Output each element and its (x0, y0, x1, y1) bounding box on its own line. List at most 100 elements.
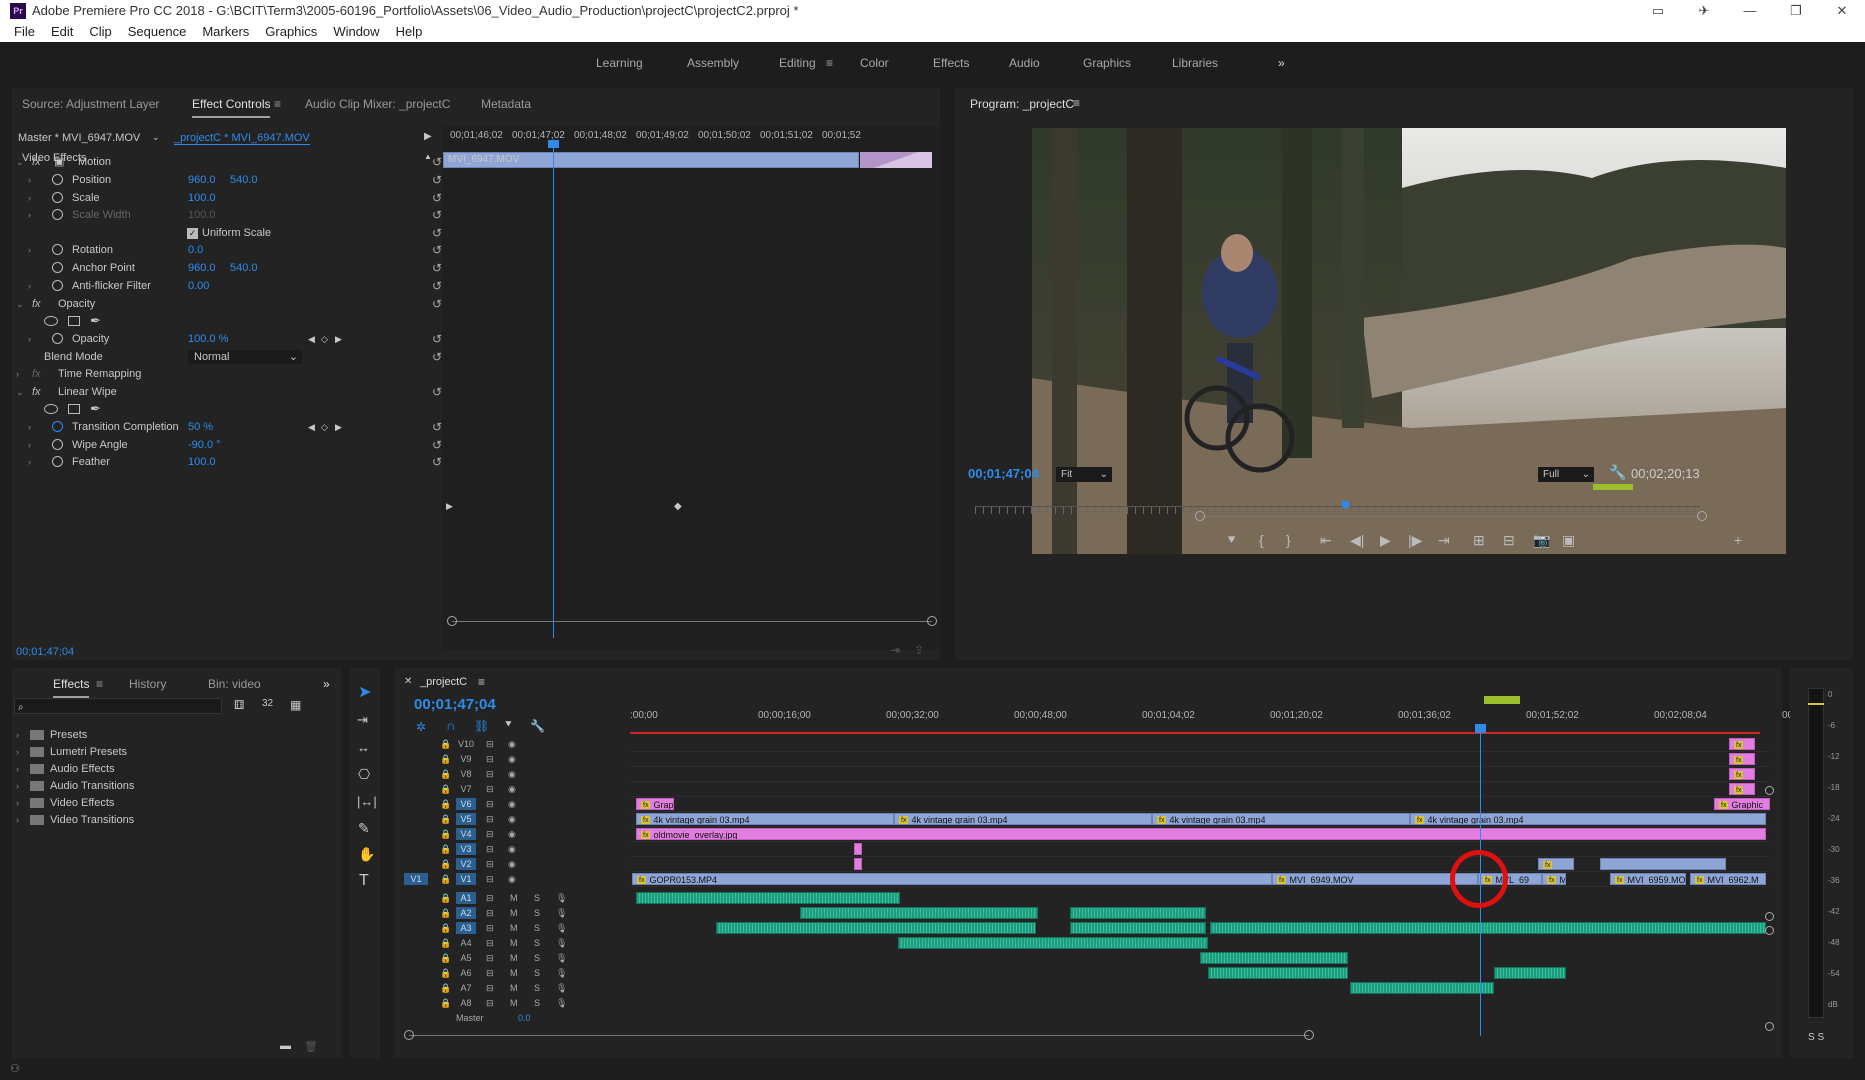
audio-clip[interactable] (898, 937, 1208, 949)
lock-icon[interactable]: 🔒 (440, 952, 451, 964)
track-label[interactable]: A5 (456, 952, 476, 964)
reset-icon[interactable]: ↺ (432, 383, 442, 401)
lock-icon[interactable]: 🔒 (440, 813, 451, 825)
mute-button[interactable]: M (510, 892, 518, 904)
sync-lock-icon[interactable]: ⊟ (486, 873, 494, 885)
sync-lock-icon[interactable]: ⊟ (486, 738, 494, 750)
property-value[interactable]: 960.0 (188, 259, 216, 277)
next-keyframe-icon[interactable]: ▶ (335, 330, 342, 348)
sync-lock-icon[interactable]: ⊟ (486, 813, 494, 825)
prev-keyframe-icon[interactable]: ◀ (308, 418, 315, 436)
panel-overflow-icon[interactable]: » (323, 677, 330, 691)
lock-icon[interactable]: 🔒 (440, 738, 451, 750)
mute-button[interactable]: M (510, 952, 518, 964)
expand-toggle-icon[interactable]: › (28, 241, 31, 259)
timeline-playhead-handle[interactable] (1475, 724, 1486, 733)
sync-lock-icon[interactable]: ⊟ (486, 982, 494, 994)
stopwatch-icon[interactable] (52, 262, 63, 273)
expand-toggle-icon[interactable]: › (16, 726, 19, 744)
share-icon[interactable]: ⇪ (914, 643, 924, 657)
audio-clip[interactable] (1070, 922, 1206, 934)
reset-icon[interactable]: ↺ (432, 348, 442, 366)
scale-width-property[interactable]: › Scale Width 100.0 ↺ (12, 206, 442, 224)
pen-tool-icon[interactable]: ✎ (358, 820, 370, 837)
tab-menu-icon[interactable]: ≡ (274, 97, 281, 111)
add-keyframe-icon[interactable]: ◇ (321, 330, 328, 348)
zoom-handle-left[interactable] (1195, 511, 1205, 521)
workspace-color[interactable]: Color (860, 56, 889, 70)
timeline-clip[interactable] (854, 858, 862, 870)
effects-folder-audio-effects[interactable]: › Audio Effects (14, 760, 314, 778)
expand-toggle-icon[interactable]: › (28, 330, 31, 348)
timeline-clip[interactable]: fx Graphic (1714, 798, 1770, 810)
play-icon[interactable]: ▶ (1380, 532, 1391, 549)
tab-effect-controls[interactable]: Effect Controls (192, 97, 271, 118)
solo-button[interactable]: S (534, 892, 540, 904)
mark-out-icon[interactable]: } (1286, 532, 1291, 548)
new-bin-icon[interactable]: ▬ (280, 1040, 291, 1052)
eye-icon[interactable]: ◉ (508, 783, 516, 795)
opacity-mask-tools[interactable]: ✒ (12, 312, 440, 330)
property-value[interactable]: 50 % (188, 418, 213, 436)
workspace-assembly[interactable]: Assembly (687, 56, 739, 70)
microphone-icon[interactable]: 🎙 (556, 952, 567, 964)
track-label[interactable]: V3 (456, 843, 476, 855)
stopwatch-icon[interactable] (52, 439, 63, 450)
expand-toggle-icon[interactable]: ⌄ (16, 295, 24, 313)
timeline-settings-wrench-icon[interactable]: 🔧 (530, 719, 545, 733)
microphone-icon[interactable]: 🎙 (556, 892, 567, 904)
audio-clip[interactable] (1070, 907, 1206, 919)
transform-icon[interactable]: ▣ (54, 153, 64, 171)
yuv-effects-icon[interactable]: ▦ (290, 698, 301, 712)
feather-property[interactable]: › Feather 100.0 ↺ (12, 453, 442, 471)
stopwatch-icon[interactable] (52, 174, 63, 185)
audio-clip[interactable] (1494, 967, 1566, 979)
menu-graphics[interactable]: Graphics (265, 22, 317, 42)
track-label[interactable]: V5 (456, 813, 476, 825)
reset-icon[interactable]: ↺ (432, 153, 442, 171)
timeline-clip[interactable]: fx MVI_6959.MOV (1610, 873, 1686, 885)
microphone-icon[interactable]: 🎙 (556, 997, 567, 1009)
lock-icon[interactable]: 🔒 (440, 783, 451, 795)
minimize-button[interactable]: — (1727, 0, 1773, 22)
stopwatch-icon[interactable] (52, 209, 63, 220)
menu-file[interactable]: File (14, 22, 35, 42)
audio-clip[interactable] (1208, 967, 1348, 979)
clip-bar-mvi6947[interactable]: MVI_6947.MOV (443, 152, 859, 168)
menu-sequence[interactable]: Sequence (128, 22, 187, 42)
property-value[interactable]: 100.0 (188, 206, 216, 224)
reset-icon[interactable]: ↺ (432, 241, 442, 259)
zoom-handle-right[interactable] (1697, 511, 1707, 521)
eye-icon[interactable]: ◉ (508, 873, 516, 885)
menu-markers[interactable]: Markers (202, 22, 249, 42)
selection-tool-icon[interactable]: ➤ (358, 682, 371, 702)
sync-lock-icon[interactable]: ⊟ (486, 858, 494, 870)
sync-lock-icon[interactable]: ⊟ (486, 967, 494, 979)
reset-icon[interactable]: ↺ (432, 189, 442, 207)
timeline-clip[interactable]: fxMVL_6 (1542, 873, 1566, 885)
menu-edit[interactable]: Edit (51, 22, 73, 42)
reset-icon[interactable]: ↺ (432, 436, 442, 454)
go-to-in-icon[interactable]: ⇤ (1320, 532, 1332, 549)
program-playhead[interactable] (1341, 501, 1349, 508)
eye-icon[interactable]: ◉ (508, 768, 516, 780)
lift-icon[interactable]: ⊞ (1473, 532, 1485, 549)
fx-toggle-icon[interactable]: fx (32, 153, 41, 171)
quality-dropdown[interactable]: Full ⌄ (1538, 467, 1594, 482)
lock-icon[interactable]: 🔒 (440, 768, 451, 780)
step-forward-icon[interactable]: |▶ (1408, 532, 1422, 549)
master-volume[interactable]: 0.0 (518, 1012, 531, 1024)
stopwatch-icon[interactable] (52, 421, 63, 432)
timeline-clip[interactable]: fx 4k vintage grain 03.mp4 (894, 813, 1152, 825)
expand-toggle-icon[interactable]: › (28, 418, 31, 436)
workspace-editing[interactable]: Editing (779, 56, 816, 70)
type-tool-icon[interactable]: T (359, 872, 369, 890)
comparison-view-icon[interactable]: ▣ (1562, 532, 1575, 549)
expand-toggle-icon[interactable]: › (28, 436, 31, 454)
audio-clip[interactable] (800, 907, 1038, 919)
more-workspaces-icon[interactable]: » (1278, 56, 1285, 70)
sync-lock-icon[interactable]: ⊟ (486, 768, 494, 780)
expand-toggle-icon[interactable]: › (16, 794, 19, 812)
master-clip-label[interactable]: Master * MVI_6947.MOV (18, 132, 140, 144)
sync-lock-icon[interactable]: ⊟ (486, 843, 494, 855)
